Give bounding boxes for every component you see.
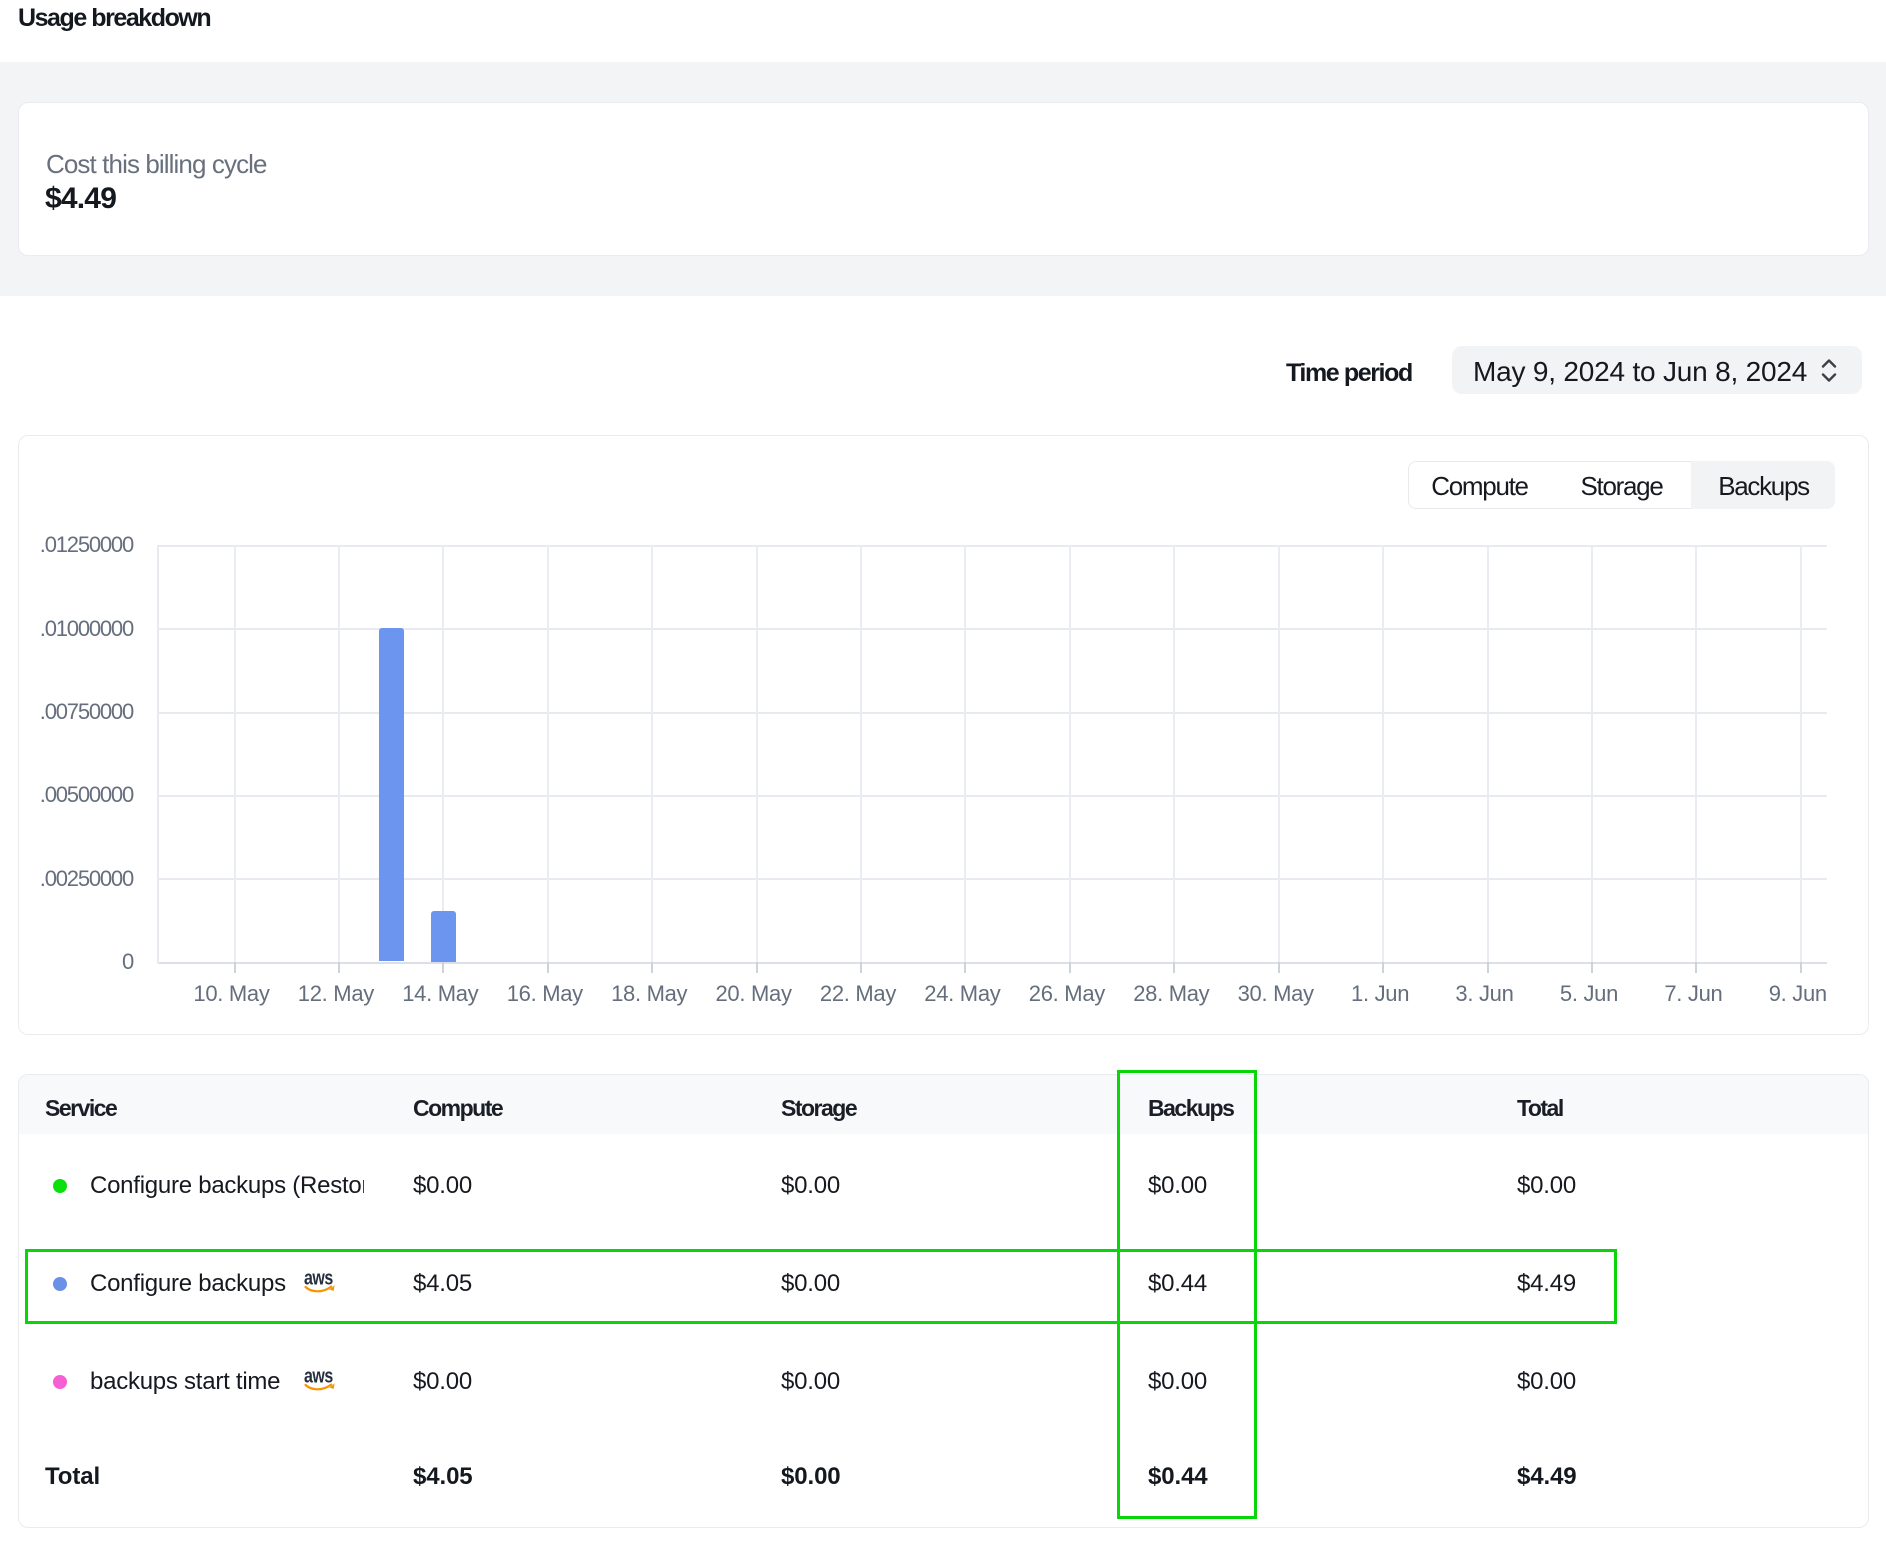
svg-text:aws: aws — [304, 1369, 333, 1387]
